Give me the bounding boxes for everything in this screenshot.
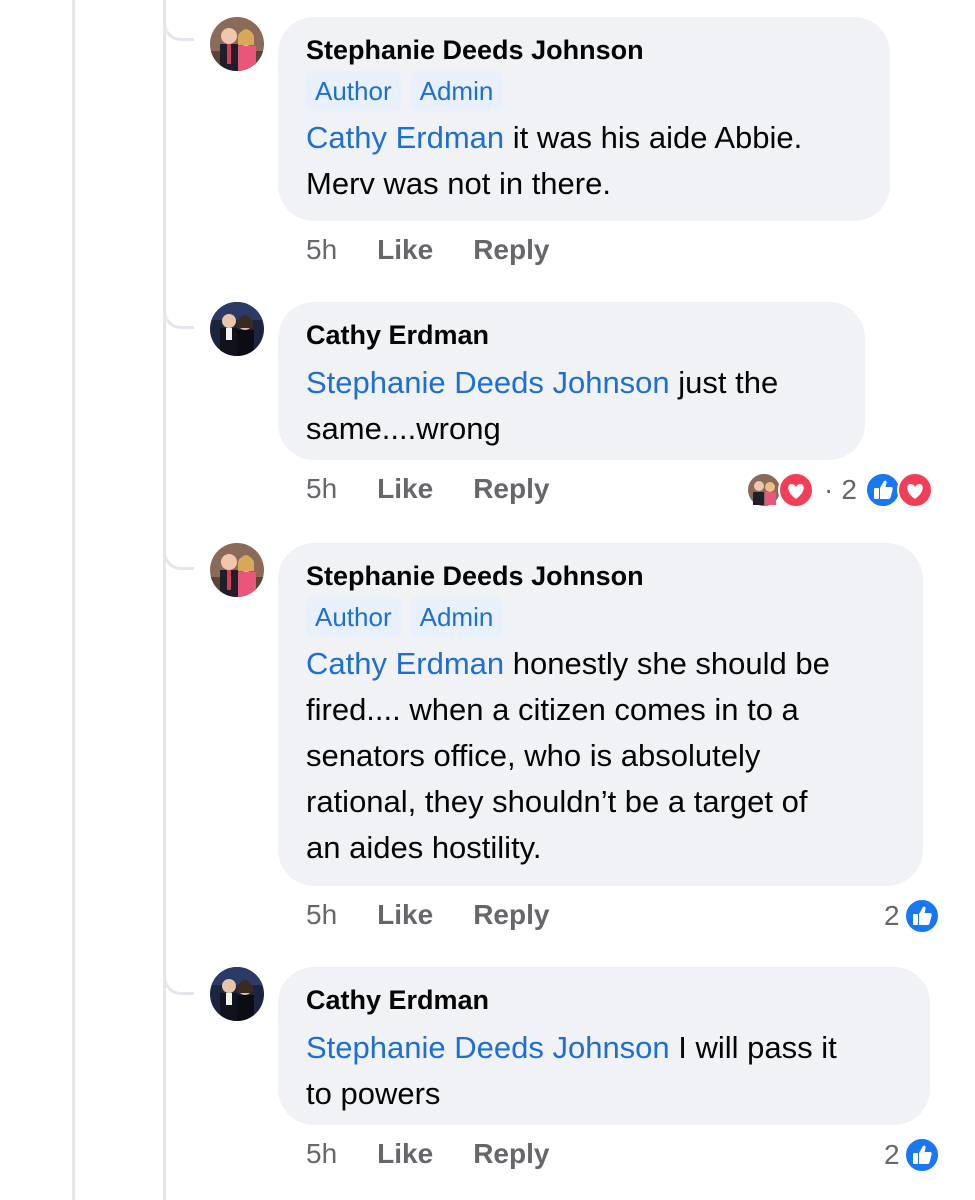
reply-button[interactable]: Reply — [473, 899, 549, 931]
reaction-summary[interactable]: 2 — [884, 1133, 940, 1177]
mention-link[interactable]: Stephanie Deeds Johnson — [306, 365, 670, 400]
comment-author[interactable]: Cathy Erdman — [306, 318, 837, 352]
reply-button[interactable]: Reply — [473, 1138, 549, 1170]
comment-bubble: Stephanie Deeds Johnson Author Admin Cat… — [278, 17, 890, 221]
comment-bubble: Cathy Erdman Stephanie Deeds Johnson I w… — [278, 967, 930, 1125]
admin-badge: Admin — [410, 597, 503, 637]
admin-badge: Admin — [410, 71, 503, 111]
comment-actions: 5h Like Reply — [306, 895, 589, 935]
author-badge: Author — [306, 71, 401, 111]
like-button[interactable]: Like — [377, 234, 433, 266]
reply-connector — [163, 18, 194, 41]
author-badge: Author — [306, 597, 401, 637]
reaction-summary[interactable]: · 2 — [746, 468, 933, 512]
mention-link[interactable]: Cathy Erdman — [306, 120, 504, 155]
comment-text: Cathy Erdman honestly she should be fired… — [306, 646, 830, 865]
mention-link[interactable]: Stephanie Deeds Johnson — [306, 1030, 670, 1065]
comment-author[interactable]: Cathy Erdman — [306, 983, 902, 1017]
love-icon — [778, 472, 814, 508]
comment-timestamp[interactable]: 5h — [306, 1138, 337, 1170]
avatar[interactable] — [210, 543, 264, 597]
like-button[interactable]: Like — [377, 899, 433, 931]
reply-connector — [163, 547, 194, 570]
comment-text: Stephanie Deeds Johnson I will pass it to… — [306, 1030, 837, 1111]
reaction-count: 2 — [884, 900, 900, 931]
thread-line-inner — [163, 0, 166, 1200]
like-button[interactable]: Like — [377, 473, 433, 505]
like-icon — [903, 1137, 940, 1173]
reply-connector — [163, 306, 194, 329]
reply-button[interactable]: Reply — [473, 234, 549, 266]
comment-text: Stephanie Deeds Johnson just the same....… — [306, 365, 779, 446]
avatar[interactable] — [210, 302, 264, 356]
thread-line-outer — [72, 0, 75, 1200]
reaction-summary[interactable]: 2 — [884, 894, 940, 938]
comment-author[interactable]: Stephanie Deeds Johnson — [306, 559, 895, 593]
comment-actions: 5h Like Reply — [306, 469, 589, 509]
comment-timestamp[interactable]: 5h — [306, 899, 337, 931]
comment-actions: 5h Like Reply — [306, 1134, 589, 1174]
love-icon — [896, 472, 933, 508]
comment-bubble: Stephanie Deeds Johnson Author Admin Cat… — [278, 543, 923, 886]
reply-button[interactable]: Reply — [473, 473, 549, 505]
avatar[interactable] — [210, 967, 264, 1021]
like-icon — [864, 472, 901, 508]
comment-author[interactable]: Stephanie Deeds Johnson — [306, 33, 862, 67]
reply-connector — [163, 972, 194, 995]
avatar[interactable] — [210, 17, 264, 71]
comment-text: Cathy Erdman it was his aide Abbie. Merv … — [306, 120, 803, 201]
like-button[interactable]: Like — [377, 1138, 433, 1170]
like-icon — [903, 898, 940, 934]
badge-row: Author Admin — [306, 71, 862, 111]
reaction-count: 2 — [884, 1139, 900, 1170]
comment-timestamp[interactable]: 5h — [306, 473, 337, 505]
reaction-separator: · — [824, 474, 834, 505]
reactor-avatar-icon — [746, 472, 782, 508]
comment-actions: 5h Like Reply — [306, 230, 589, 270]
badge-row: Author Admin — [306, 597, 895, 637]
reaction-count: 2 — [841, 474, 857, 505]
mention-link[interactable]: Cathy Erdman — [306, 646, 504, 681]
comment-timestamp[interactable]: 5h — [306, 234, 337, 266]
comment-bubble: Cathy Erdman Stephanie Deeds Johnson jus… — [278, 302, 865, 460]
